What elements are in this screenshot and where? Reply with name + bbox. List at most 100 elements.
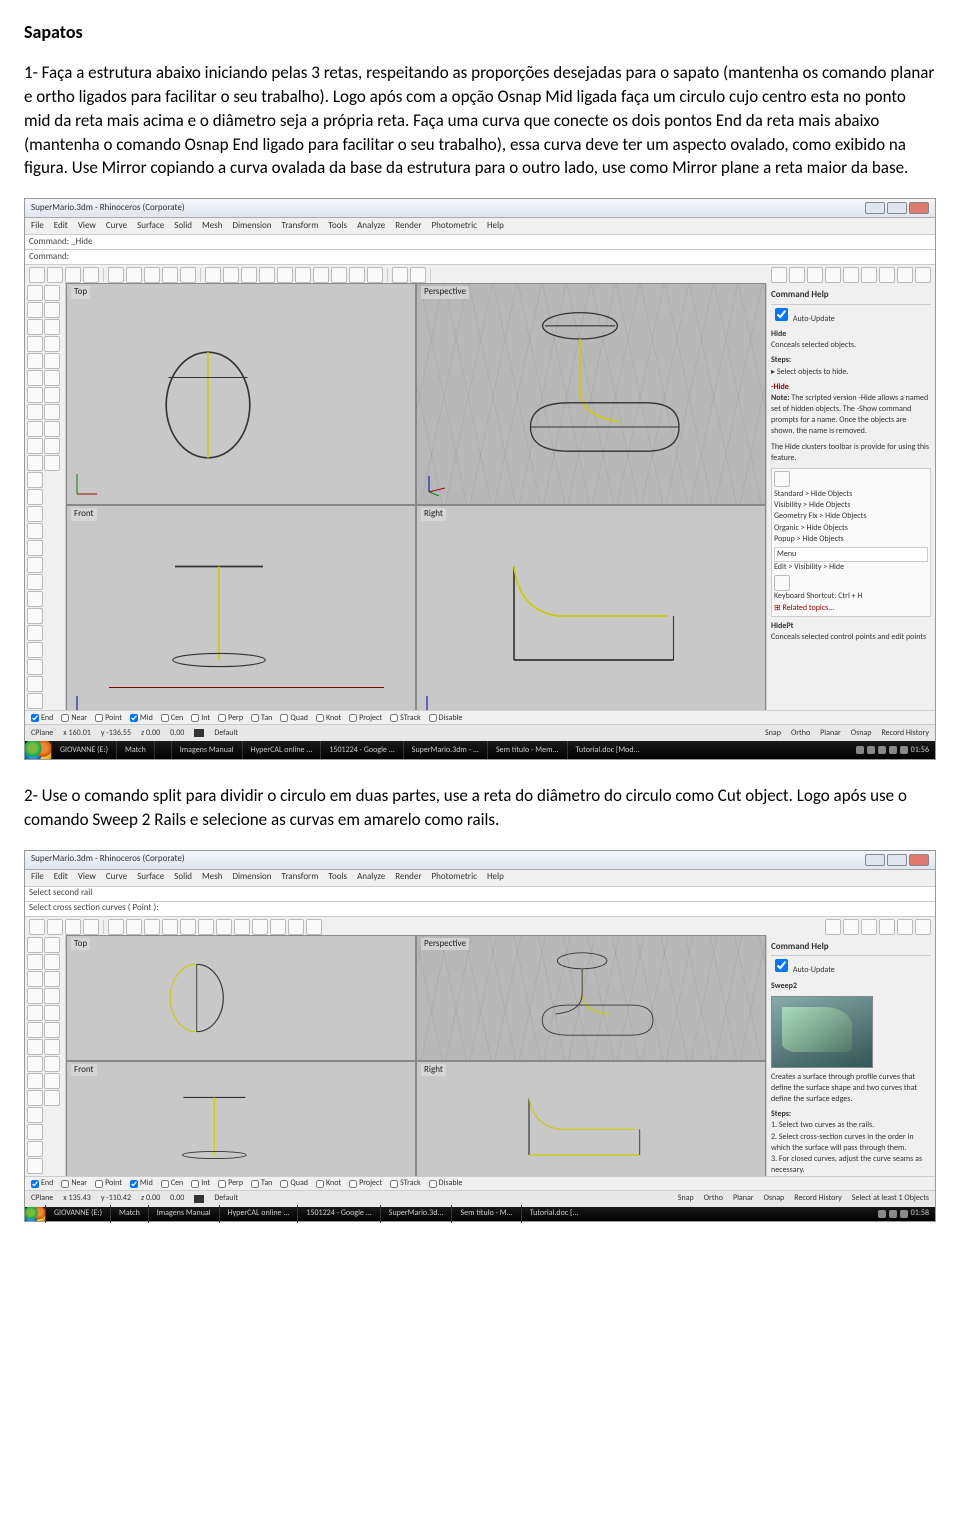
menu-help[interactable]: Help	[487, 871, 504, 884]
auto-update-checkbox[interactable]: Auto-Update	[771, 965, 835, 975]
menu-surface[interactable]: Surface	[137, 871, 164, 884]
maximize-button[interactable]	[887, 202, 907, 214]
rect-icon[interactable]	[27, 387, 43, 403]
tool-icon[interactable]	[65, 919, 81, 935]
tool-icon[interactable]	[216, 919, 232, 935]
osnap-disable[interactable]: Disable	[429, 713, 463, 724]
tray-icon[interactable]	[900, 746, 908, 754]
tool-icon[interactable]	[44, 387, 60, 403]
menu-tools[interactable]: Tools	[328, 871, 347, 884]
osnap-mid[interactable]: Mid	[130, 1178, 153, 1189]
tool-icon[interactable]	[789, 267, 805, 283]
status-snap[interactable]: Snap	[765, 728, 781, 739]
tool-icon[interactable]	[44, 937, 60, 953]
taskbar-item[interactable]	[154, 741, 171, 759]
ellipse-icon[interactable]	[27, 438, 43, 454]
tool-icon[interactable]	[367, 267, 383, 283]
tool-icon[interactable]	[44, 421, 60, 437]
tool-icon[interactable]	[897, 267, 913, 283]
menu-analyze[interactable]: Analyze	[357, 871, 385, 884]
copy-obj-icon[interactable]	[27, 540, 43, 556]
tool-icon[interactable]	[27, 954, 43, 970]
menu-edit[interactable]: Edit	[54, 220, 68, 233]
curve-icon[interactable]	[27, 370, 43, 386]
tool-icon[interactable]	[771, 267, 787, 283]
print-icon[interactable]	[83, 267, 99, 283]
osnap-point[interactable]: Point	[95, 713, 122, 724]
tray-icon[interactable]	[878, 746, 886, 754]
status-osnap[interactable]: Osnap	[764, 1193, 785, 1204]
osnap-tan[interactable]: Tan	[251, 713, 272, 724]
undo-icon[interactable]	[162, 267, 178, 283]
menu-render[interactable]: Render	[395, 220, 421, 233]
tool-icon[interactable]	[879, 267, 895, 283]
osnap-point[interactable]: Point	[95, 1178, 122, 1189]
tool-icon[interactable]	[108, 919, 124, 935]
menu-mesh[interactable]: Mesh	[202, 220, 222, 233]
osnap-int[interactable]: Int	[191, 713, 210, 724]
trim-icon[interactable]	[27, 608, 43, 624]
tool-icon[interactable]	[27, 937, 43, 953]
osnap-strack[interactable]: STrack	[390, 1178, 421, 1189]
open-icon[interactable]	[47, 267, 63, 283]
osnap-near[interactable]: Near	[61, 713, 87, 724]
tool-icon[interactable]	[44, 1056, 60, 1072]
tool-icon[interactable]	[144, 919, 160, 935]
tool-icon[interactable]	[915, 267, 931, 283]
menu-transform[interactable]: Transform	[282, 220, 319, 233]
tray-icon[interactable]	[867, 746, 875, 754]
point-icon[interactable]	[27, 319, 43, 335]
tool-icon[interactable]	[198, 919, 214, 935]
redo-icon[interactable]	[180, 267, 196, 283]
viewport-perspective[interactable]: Perspective	[417, 936, 765, 1060]
status-ortho[interactable]: Ortho	[791, 728, 810, 739]
copy-icon[interactable]	[126, 267, 142, 283]
join-icon[interactable]	[27, 642, 43, 658]
lasso-icon[interactable]	[27, 302, 43, 318]
tool-icon[interactable]	[861, 919, 877, 935]
menu-tools[interactable]: Tools	[328, 220, 347, 233]
menu-file[interactable]: File	[31, 220, 44, 233]
status-record[interactable]: Record History	[794, 1193, 842, 1204]
tool-icon[interactable]	[29, 919, 45, 935]
viewport-perspective[interactable]: Perspective	[417, 284, 765, 504]
tool-icon[interactable]	[349, 267, 365, 283]
tool-icon[interactable]	[27, 1039, 43, 1055]
tool-icon[interactable]	[44, 971, 60, 987]
taskbar-item[interactable]: Imagens Manual	[148, 1205, 219, 1223]
tool-icon[interactable]	[807, 267, 823, 283]
tool-icon[interactable]	[44, 1005, 60, 1021]
select-icon[interactable]	[27, 285, 43, 301]
tool-icon[interactable]	[44, 988, 60, 1004]
tool-icon[interactable]	[392, 267, 408, 283]
taskbar-item[interactable]: Match	[116, 741, 154, 759]
osnap-knot[interactable]: Knot	[316, 713, 341, 724]
save-icon[interactable]	[65, 267, 81, 283]
tool-icon[interactable]	[331, 267, 347, 283]
tool-icon[interactable]	[27, 1056, 43, 1072]
menu-solid[interactable]: Solid	[174, 220, 192, 233]
osnap-end[interactable]: End	[31, 1178, 53, 1189]
taskbar-item[interactable]: 1501224 - Google ...	[320, 741, 402, 759]
taskbar-item[interactable]: HyperCAL online ...	[242, 741, 321, 759]
taskbar-item[interactable]: SuperMario.3dm - ...	[403, 741, 487, 759]
taskbar-item[interactable]: 1501224 - Google ...	[297, 1205, 379, 1223]
tray-icon[interactable]	[900, 1210, 908, 1218]
tool-icon[interactable]	[27, 1073, 43, 1089]
tool-icon[interactable]	[27, 1090, 43, 1106]
polygon-icon[interactable]	[27, 455, 43, 471]
tool-icon[interactable]	[270, 919, 286, 935]
tool-icon[interactable]	[27, 1005, 43, 1021]
start-button[interactable]	[25, 1207, 45, 1221]
taskbar-item[interactable]: Match	[110, 1205, 148, 1223]
tool-icon[interactable]	[252, 919, 268, 935]
tool-icon[interactable]	[47, 919, 63, 935]
tool-icon[interactable]	[843, 267, 859, 283]
menu-view[interactable]: View	[78, 871, 96, 884]
menu-view[interactable]: View	[78, 220, 96, 233]
close-button[interactable]	[909, 854, 929, 866]
auto-update-checkbox[interactable]: Auto-Update	[771, 314, 835, 324]
command-input[interactable]	[159, 903, 931, 915]
tool-icon[interactable]	[44, 1039, 60, 1055]
tool-icon[interactable]	[27, 676, 43, 692]
